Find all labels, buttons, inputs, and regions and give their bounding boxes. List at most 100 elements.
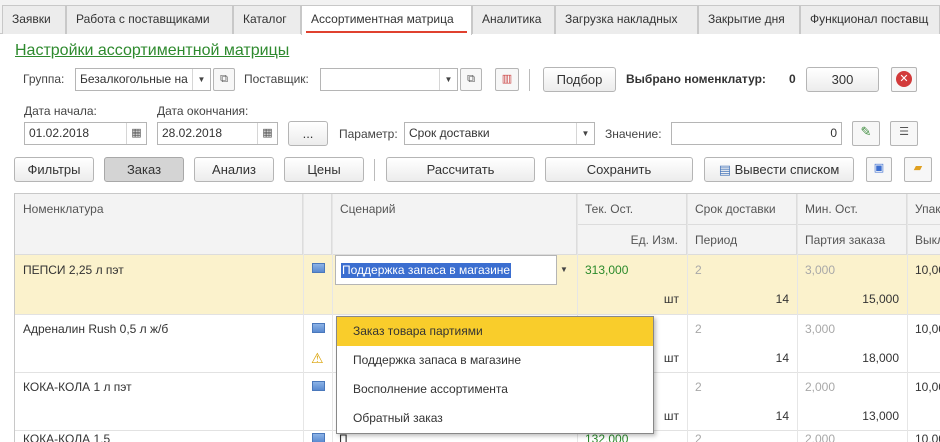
filters-button[interactable]: Фильтры: [14, 157, 94, 182]
list-output-label: Вывести списком: [734, 162, 840, 177]
cell-pack: 10,00: [915, 263, 940, 277]
active-tab-underline: [306, 31, 467, 33]
pick-button[interactable]: Подбор: [543, 67, 616, 92]
page-title: Настройки ассортиментной матрицы: [15, 42, 290, 59]
col-header-out[interactable]: Выкл: [907, 225, 940, 255]
amount-input[interactable]: 300: [806, 67, 879, 92]
selected-count: 0: [789, 72, 796, 86]
col-header-nomenclature[interactable]: Номенклатура: [15, 194, 303, 255]
prices-button[interactable]: Цены: [284, 157, 364, 182]
analysis-button[interactable]: Анализ: [194, 157, 274, 182]
tab-requests[interactable]: Заявки: [2, 5, 66, 34]
calendar-icon[interactable]: ▦: [126, 123, 146, 144]
group-label: Группа:: [23, 72, 65, 86]
clear-button[interactable]: ✕: [891, 67, 917, 92]
col-header-cur-stock[interactable]: Тек. Ост.: [577, 194, 687, 225]
col-header-scenario[interactable]: Сценарий: [332, 194, 577, 255]
cell-delivery: 2: [695, 380, 702, 394]
cell-delivery: 2: [695, 322, 702, 336]
cell-nomenclature: Адреналин Rush 0,5 л ж/б: [23, 322, 169, 336]
scenario-option-batch-order[interactable]: Заказ товара партиями: [337, 317, 653, 346]
table-row[interactable]: ПЕПСИ 2,25 л пэт Поддержка запаса в мага…: [15, 255, 940, 315]
group-select[interactable]: Безалкогольные на ▼: [75, 68, 211, 91]
tab-analytics[interactable]: Аналитика: [472, 5, 555, 34]
separator: [529, 69, 530, 91]
chevron-down-icon[interactable]: ▼: [439, 69, 457, 90]
tab-invoice-upload[interactable]: Загрузка накладных: [555, 5, 698, 34]
date-start-field[interactable]: 01.02.2018 ▦: [24, 122, 147, 145]
cell-delivery: 2: [695, 432, 702, 442]
scenario-editor[interactable]: Поддержка запаса в магазине: [335, 255, 557, 285]
tab-catalog[interactable]: Каталог: [233, 5, 301, 34]
value-input[interactable]: 0: [671, 122, 842, 145]
column-divider: [303, 194, 304, 442]
value-label: Значение:: [605, 127, 662, 141]
col-header-unit[interactable]: Ед. Изм.: [577, 225, 687, 255]
tab-label: Каталог: [243, 12, 287, 26]
col-header-delivery[interactable]: Срок доставки: [687, 194, 797, 225]
cell-unit: шт: [663, 292, 679, 306]
calculate-button[interactable]: Рассчитать: [386, 157, 535, 182]
print-icon: ▤: [718, 162, 732, 177]
col-header-batch[interactable]: Партия заказа: [797, 225, 907, 255]
supplier-select[interactable]: ▼: [320, 68, 458, 91]
tab-suppliers[interactable]: Работа с поставщиками: [66, 5, 233, 34]
warning-icon: ⚠: [311, 350, 324, 366]
chevron-down-icon[interactable]: ▼: [576, 123, 594, 144]
open-supplier-icon[interactable]: ⧉: [460, 68, 482, 91]
edit-icon[interactable]: ✎: [852, 121, 880, 146]
date-end-field[interactable]: 28.02.2018 ▦: [157, 122, 278, 145]
supplier-label: Поставщик:: [244, 72, 309, 86]
document-icon: [312, 373, 325, 402]
tab-assortment-matrix[interactable]: Ассортиментная матрица: [301, 5, 472, 35]
tab-label: Ассортиментная матрица: [311, 12, 454, 26]
group-value: Безалкогольные на: [80, 72, 188, 86]
order-button[interactable]: Заказ: [104, 157, 184, 182]
scenario-selected-text: Поддержка запаса в магазине: [341, 263, 512, 278]
cell-pack: 10,00: [915, 322, 940, 336]
scenario-option-reverse-order[interactable]: Обратный заказ: [337, 404, 653, 433]
scenario-option-assortment-refill[interactable]: Восполнение ассортимента: [337, 375, 653, 404]
cell-pack: 10,00: [915, 432, 940, 442]
column-divider: [797, 194, 798, 442]
separator: [374, 159, 375, 181]
cell-min-stock: 3,000: [805, 322, 836, 336]
chevron-down-icon[interactable]: ▼: [192, 69, 210, 90]
document-icon: [312, 255, 325, 284]
scenario-option-stock-support[interactable]: Поддержка запаса в магазине: [337, 346, 653, 375]
floppy-icon[interactable]: ▣: [866, 157, 892, 182]
param-label: Параметр:: [339, 127, 398, 141]
chevron-down-icon[interactable]: ▼: [560, 265, 568, 274]
save-button[interactable]: Сохранить: [545, 157, 693, 182]
cell-nomenclature: КОКА-КОЛА 1,5: [23, 432, 111, 442]
tab-supplier-functions[interactable]: Функционал поставщ: [800, 5, 940, 34]
chart-icon[interactable]: ▥: [495, 68, 519, 91]
cell-batch: 15,000: [862, 292, 899, 306]
tab-label: Работа с поставщиками: [76, 12, 210, 26]
param-value: Срок доставки: [409, 126, 490, 140]
list-icon[interactable]: ☰: [890, 121, 918, 146]
date-end-label: Дата окончания:: [157, 104, 249, 118]
col-header-period[interactable]: Период: [687, 225, 797, 255]
list-output-button[interactable]: ▤ Вывести списком: [704, 157, 854, 182]
column-divider: [687, 194, 688, 442]
document-icon: [312, 425, 325, 442]
cell-cur-stock: 313,000: [585, 263, 629, 277]
param-select[interactable]: Срок доставки ▼: [404, 122, 595, 145]
ellipsis-button[interactable]: ...: [288, 121, 328, 146]
selected-label: Выбрано номенклатур:: [626, 72, 766, 86]
cell-delivery: 2: [695, 263, 702, 277]
tab-label: Аналитика: [482, 12, 542, 26]
tab-label: Закрытие дня: [708, 12, 785, 26]
calendar-icon[interactable]: ▦: [257, 123, 277, 144]
folder-icon[interactable]: ▰: [904, 157, 932, 182]
tab-label: Функционал поставщ: [810, 12, 929, 26]
cell-min-stock: 2,000: [805, 380, 836, 394]
col-header-pack[interactable]: Упак: [907, 194, 940, 225]
date-start-label: Дата начала:: [24, 104, 97, 118]
col-header-min-stock[interactable]: Мин. Ост.: [797, 194, 907, 225]
tab-day-close[interactable]: Закрытие дня: [698, 5, 800, 34]
tab-bar: Заявки Работа с поставщиками Каталог Асс…: [0, 0, 940, 35]
col-header-icon[interactable]: [303, 194, 332, 255]
open-group-icon[interactable]: ⧉: [213, 68, 235, 91]
